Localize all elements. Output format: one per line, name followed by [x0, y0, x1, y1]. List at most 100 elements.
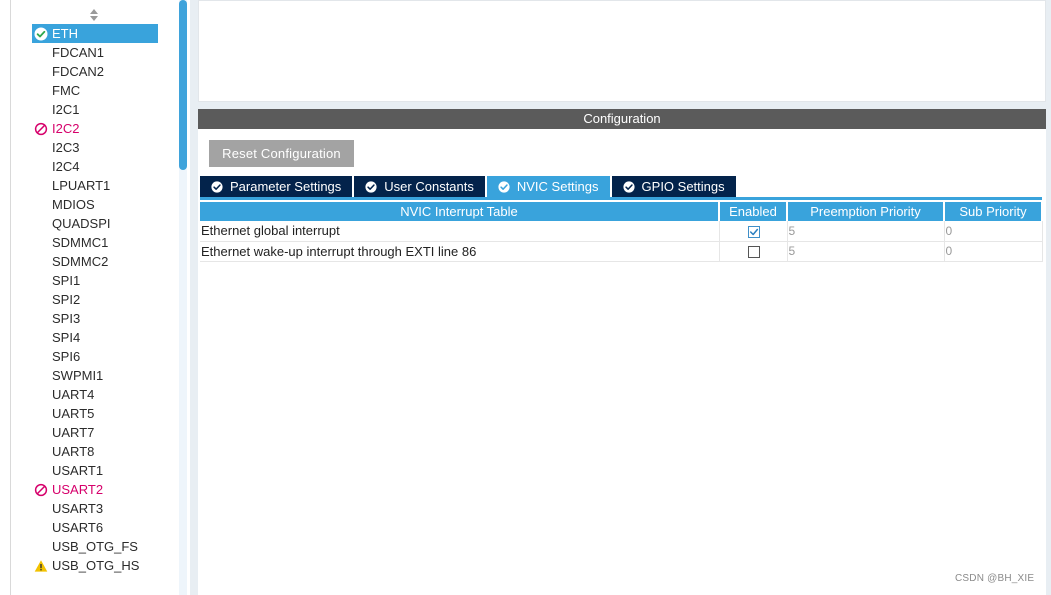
peripheral-label: I2C4 — [52, 159, 80, 174]
configuration-header: Configuration — [198, 109, 1046, 129]
enabled-checkbox[interactable] — [747, 225, 760, 238]
peripheral-label: USART6 — [52, 520, 104, 535]
peripheral-label: USB_OTG_FS — [52, 539, 138, 554]
peripheral-item-swpmi1[interactable]: SWPMI1 — [32, 366, 162, 385]
peripheral-item-mdios[interactable]: MDIOS — [32, 195, 162, 214]
peripheral-item-eth[interactable]: ETH — [32, 24, 158, 43]
peripheral-label: I2C3 — [52, 140, 80, 155]
scrollbar[interactable] — [179, 0, 187, 595]
col-header-sub-priority[interactable]: Sub Priority — [944, 202, 1043, 221]
peripheral-item-fdcan1[interactable]: FDCAN1 — [32, 43, 162, 62]
tab-label: Parameter Settings — [230, 179, 342, 194]
reset-configuration-button[interactable]: Reset Configuration — [209, 140, 354, 167]
tabs-underline — [200, 197, 1042, 200]
tab-user-constants[interactable]: User Constants — [354, 176, 485, 197]
preemption-priority-value[interactable]: 5 — [787, 241, 945, 262]
peripheral-label: UART4 — [52, 387, 95, 402]
peripheral-item-sdmmc2[interactable]: SDMMC2 — [32, 252, 162, 271]
sub-priority-value[interactable]: 0 — [944, 241, 1043, 262]
peripheral-label: LPUART1 — [52, 178, 111, 193]
peripheral-item-spi6[interactable]: SPI6 — [32, 347, 162, 366]
peripheral-label: USART2 — [52, 482, 104, 497]
peripheral-item-spi2[interactable]: SPI2 — [32, 290, 162, 309]
check-circle-icon — [622, 180, 635, 193]
peripheral-label: MDIOS — [52, 197, 95, 212]
peripheral-item-uart5[interactable]: UART5 — [32, 404, 162, 423]
peripheral-label: SDMMC2 — [52, 254, 109, 269]
peripheral-label: FMC — [52, 83, 81, 98]
watermark: CSDN @BH_XIE — [955, 573, 1035, 584]
peripheral-item-sdmmc1[interactable]: SDMMC1 — [32, 233, 162, 252]
peripheral-item-uart4[interactable]: UART4 — [32, 385, 162, 404]
peripheral-item-spi4[interactable]: SPI4 — [32, 328, 162, 347]
peripheral-item-i2c3[interactable]: I2C3 — [32, 138, 162, 157]
peripheral-label: SPI2 — [52, 292, 81, 307]
peripheral-item-usart3[interactable]: USART3 — [32, 499, 162, 518]
interrupt-name: Ethernet wake-up interrupt through EXTI … — [200, 241, 720, 262]
mode-pane — [198, 0, 1046, 102]
peripheral-panel: ETH FDCAN1 FDCAN2 FMC I2C1 I2C2 I2C3 I2C4 LPUART… — [0, 0, 190, 595]
col-header-interrupt[interactable]: NVIC Interrupt Table — [200, 202, 720, 221]
tab-label: NVIC Settings — [516, 179, 599, 194]
preemption-priority-value[interactable]: 5 — [787, 221, 945, 242]
col-header-preemption[interactable]: Preemption Priority — [787, 202, 945, 221]
peripheral-item-quadspi[interactable]: QUADSPI — [32, 214, 162, 233]
tab-label: GPIO Settings — [641, 179, 725, 194]
peripheral-label: SPI4 — [52, 330, 81, 345]
check-circle-icon — [365, 180, 377, 193]
peripheral-item-uart7[interactable]: UART7 — [32, 423, 162, 442]
scrollbar-thumb[interactable] — [179, 0, 187, 170]
peripheral-label: I2C1 — [52, 102, 80, 117]
peripheral-list: ETH FDCAN1 FDCAN2 FMC I2C1 I2C2 I2C3 I2C4 LPUART… — [32, 24, 162, 575]
peripheral-item-uart8[interactable]: UART8 — [32, 442, 162, 461]
peripheral-label: USART1 — [52, 463, 104, 478]
peripheral-item-usart2[interactable]: USART2 — [32, 480, 162, 499]
col-header-enabled[interactable]: Enabled — [719, 202, 788, 221]
enabled-cell — [719, 221, 788, 242]
peripheral-label: I2C2 — [52, 121, 80, 136]
sub-priority-value[interactable]: 0 — [944, 221, 1043, 242]
peripheral-label: USART3 — [52, 501, 104, 516]
peripheral-item-i2c2[interactable]: I2C2 — [32, 119, 162, 138]
check-circle-icon — [34, 27, 48, 41]
peripheral-label: FDCAN2 — [52, 64, 105, 79]
peripheral-label: ETH — [52, 26, 78, 41]
peripheral-item-lpuart1[interactable]: LPUART1 — [32, 176, 162, 195]
tab-parameter-settings[interactable]: Parameter Settings — [200, 176, 353, 197]
tab-gpio-settings[interactable]: GPIO Settings — [611, 176, 736, 197]
peripheral-label: UART5 — [52, 406, 95, 421]
peripheral-label: SDMMC1 — [52, 235, 109, 250]
peripheral-label: QUADSPI — [52, 216, 111, 231]
peripheral-item-spi1[interactable]: SPI1 — [32, 271, 162, 290]
table-row[interactable]: Ethernet global interrupt 5 0 — [200, 221, 1043, 242]
sort-icon[interactable] — [89, 8, 99, 22]
check-circle-icon — [498, 180, 510, 193]
enabled-cell — [719, 241, 788, 262]
peripheral-item-usart6[interactable]: USART6 — [32, 518, 162, 537]
enabled-checkbox[interactable] — [747, 246, 760, 259]
peripheral-label: SPI1 — [52, 273, 81, 288]
peripheral-label: UART8 — [52, 444, 95, 459]
tab-nvic-settings[interactable]: NVIC Settings — [486, 176, 610, 197]
check-circle-icon — [211, 180, 223, 193]
checkmark-icon — [749, 228, 758, 236]
table-row[interactable]: Ethernet wake-up interrupt through EXTI … — [200, 241, 1043, 262]
configuration-pane: Configuration Reset Configuration Parame… — [198, 109, 1046, 595]
peripheral-item-usart1[interactable]: USART1 — [32, 461, 162, 480]
peripheral-item-fmc[interactable]: FMC — [32, 81, 162, 100]
peripheral-item-i2c1[interactable]: I2C1 — [32, 100, 162, 119]
prohibited-icon — [34, 122, 48, 136]
peripheral-item-usb_otg_hs[interactable]: USB_OTG_HS — [32, 556, 162, 575]
peripheral-label: FDCAN1 — [52, 45, 105, 60]
nvic-table: NVIC Interrupt Table Enabled Preemption … — [200, 202, 1043, 262]
prohibited-icon — [34, 483, 48, 497]
table-header-row: NVIC Interrupt Table Enabled Preemption … — [200, 202, 1043, 221]
tab-label: User Constants — [384, 179, 474, 194]
peripheral-item-spi3[interactable]: SPI3 — [32, 309, 162, 328]
peripheral-item-i2c4[interactable]: I2C4 — [32, 157, 162, 176]
peripheral-label: USB_OTG_HS — [52, 558, 140, 573]
peripheral-item-usb_otg_fs[interactable]: USB_OTG_FS — [32, 537, 162, 556]
config-tabs: Parameter Settings User Constants NVIC Set… — [200, 176, 738, 197]
peripheral-item-fdcan2[interactable]: FDCAN2 — [32, 62, 162, 81]
warning-icon — [34, 560, 48, 572]
